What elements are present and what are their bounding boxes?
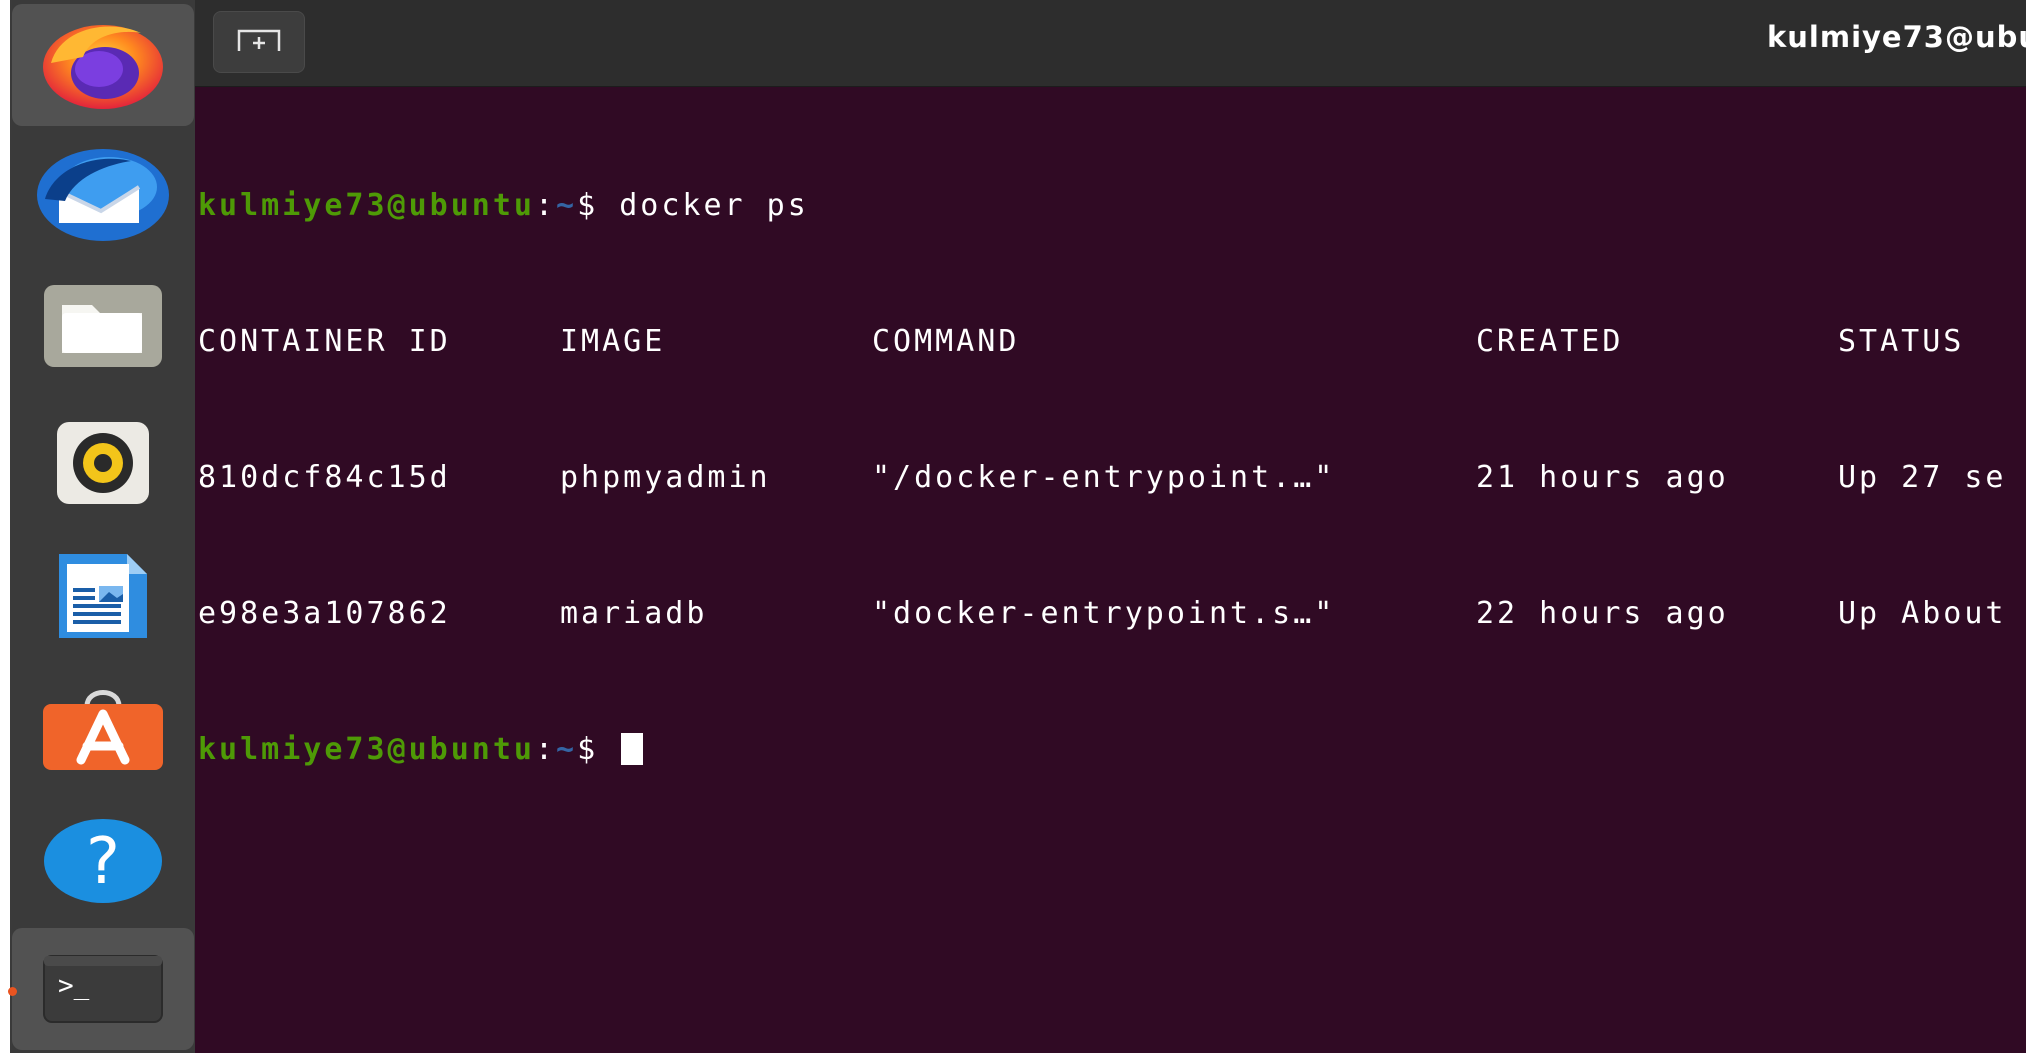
prompt-path: ~ (556, 188, 578, 223)
terminal-output: kulmiye73@ubuntu:~$ docker ps CONTAINER … (198, 87, 2007, 869)
table-row: 810dcf84c15d phpmyadmin "/docker-entrypoin… (198, 461, 2007, 495)
table-header-row: CONTAINER ID IMAGE COMMAND CREATED STATUS (198, 325, 2007, 359)
terminal-headerbar: kulmiye73@ubuntu: ~ (195, 0, 2026, 87)
header-created: CREATED (1476, 324, 1624, 359)
cell-image: phpmyadmin (560, 460, 771, 495)
cell-created: 21 hours ago (1476, 460, 1729, 495)
header-image: IMAGE (560, 324, 666, 359)
software-icon (41, 686, 165, 772)
dock-item-software[interactable] (12, 668, 194, 790)
rhythmbox-icon (55, 420, 151, 506)
thunderbird-icon (35, 147, 171, 243)
dock-item-help[interactable]: ? (12, 800, 194, 922)
header-command: COMMAND (872, 324, 1020, 359)
prompt-user: kulmiye73@ubuntu (198, 732, 535, 767)
firefox-icon (41, 17, 165, 113)
cell-status: Up 27 se (1838, 460, 2007, 495)
files-icon (42, 283, 164, 369)
terminal-view[interactable]: kulmiye73@ubuntu:~$ docker ps CONTAINER … (195, 87, 2026, 1053)
cell-command: "/docker-entrypoint.…" (872, 460, 1336, 495)
terminal-icon: >_ (42, 954, 164, 1024)
prompt-user: kulmiye73@ubuntu (198, 188, 535, 223)
dock-item-terminal[interactable]: >_ (12, 928, 194, 1050)
dock-item-thunderbird[interactable] (12, 134, 194, 256)
prompt-dollar: $ (577, 188, 620, 223)
cell-image: mariadb (560, 596, 708, 631)
writer-icon (55, 552, 151, 640)
cell-container-id: e98e3a107862 (198, 596, 451, 631)
header-container-id: CONTAINER ID (198, 324, 451, 359)
text-cursor (621, 733, 644, 765)
prompt-colon: : (534, 732, 557, 767)
new-tab-button[interactable] (213, 11, 305, 73)
prompt-colon: : (534, 188, 557, 223)
svg-text:?: ? (86, 825, 120, 899)
prompt-path: ~ (556, 732, 578, 767)
dock: ? >_ (0, 0, 195, 1053)
header-status: STATUS (1838, 324, 1965, 359)
prompt-line: kulmiye73@ubuntu:~$ (198, 733, 2007, 767)
desktop: ? >_ kulmiye73@ubunt (0, 0, 2026, 1053)
dock-item-writer[interactable] (12, 535, 194, 657)
running-indicator (8, 987, 17, 996)
cell-container-id: 810dcf84c15d (198, 460, 451, 495)
dock-item-rhythmbox[interactable] (12, 402, 194, 524)
cell-command: "docker-entrypoint.s…" (872, 596, 1336, 631)
prompt-dollar: $ (577, 732, 620, 767)
prompt-line: kulmiye73@ubuntu:~$ docker ps (198, 189, 2007, 223)
svg-text:>_: >_ (58, 971, 90, 1001)
window-title: kulmiye73@ubuntu: ~ (1767, 20, 2026, 54)
new-tab-icon (237, 27, 281, 57)
cell-status: Up About (1838, 596, 2007, 631)
entered-command: docker ps (619, 188, 809, 223)
table-row: e98e3a107862 mariadb "docker-entrypoint.s…… (198, 597, 2007, 631)
dock-item-files[interactable] (12, 265, 194, 387)
dock-item-firefox[interactable] (12, 4, 194, 126)
help-icon: ? (42, 817, 164, 905)
cell-created: 22 hours ago (1476, 596, 1729, 631)
